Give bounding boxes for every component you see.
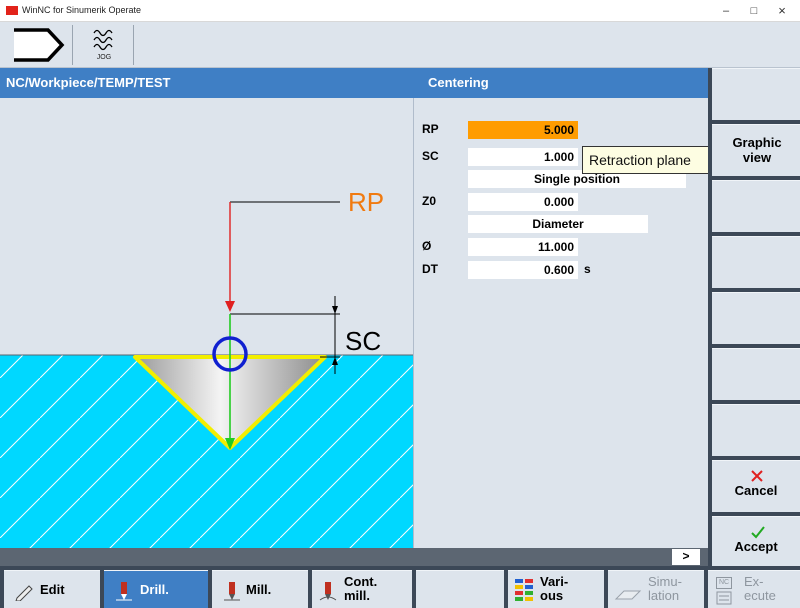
- execute-label-line1: Ex-: [744, 574, 764, 589]
- maximize-button[interactable]: □: [744, 3, 764, 19]
- softkey-v1[interactable]: [712, 68, 800, 120]
- cancel-softkey[interactable]: Cancel: [712, 460, 800, 512]
- softkey-v4[interactable]: [712, 236, 800, 288]
- mill-label: Mill.: [246, 582, 272, 597]
- pencil-icon: [15, 585, 33, 601]
- various-grid-icon: [515, 579, 533, 601]
- edit-label: Edit: [40, 582, 65, 597]
- contour-mill-label-line2: mill.: [344, 588, 371, 603]
- drill-icon: [116, 582, 132, 601]
- program-path-header: NC/Workpiece/TEMP/TEST: [0, 68, 414, 98]
- jog-mode-button[interactable]: JOG: [72, 25, 134, 65]
- contour-mill-icon: [319, 582, 337, 601]
- accept-softkey[interactable]: Accept: [712, 516, 800, 566]
- graphic-view-softkey[interactable]: Graphic view: [712, 124, 800, 176]
- rp-graphic-label: RP: [348, 187, 384, 217]
- dt-input[interactable]: 0.600: [468, 261, 578, 279]
- vertical-softkey-bar: Graphic view Cancel Accept: [708, 68, 800, 566]
- rp-label: RP: [422, 122, 439, 136]
- softkey-h5[interactable]: [416, 570, 504, 608]
- softkey-v7[interactable]: [712, 404, 800, 456]
- rp-input[interactable]: 5.000: [468, 121, 578, 139]
- softkey-v6[interactable]: [712, 348, 800, 400]
- jog-wave-icon: [93, 29, 113, 51]
- accept-label: Accept: [734, 539, 778, 554]
- window-titlebar: WinNC for Sinumerik Operate – □ ×: [0, 0, 800, 22]
- mill-icon: [224, 582, 240, 601]
- cycle-title-header: Centering: [414, 68, 708, 98]
- jog-label: JOG: [96, 54, 112, 61]
- centering-help-graphic: RP SC: [0, 98, 413, 548]
- drill-label: Drill.: [140, 582, 169, 597]
- various-softkey[interactable]: Vari- ous: [508, 570, 604, 608]
- app-logo-icon: [6, 6, 18, 15]
- machine-area-button[interactable]: [10, 26, 66, 64]
- machine-mode-arrow-icon: [14, 28, 65, 62]
- dt-unit: s: [584, 262, 591, 276]
- more-softkeys-button[interactable]: >: [672, 549, 700, 565]
- z0-input[interactable]: 0.000: [468, 193, 578, 211]
- contour-mill-label-line1: Cont.: [344, 574, 378, 589]
- execute-label-line2: ecute: [744, 588, 776, 603]
- horizontal-softkey-bar: Edit Drill. Mill. Cont. mill. Vari- ous …: [0, 566, 800, 608]
- diameter-input[interactable]: 11.000: [468, 238, 578, 256]
- close-window-button[interactable]: ×: [772, 3, 792, 19]
- various-label-line2: ous: [540, 588, 564, 603]
- operating-area-toolbar: JOG: [0, 22, 800, 68]
- graphic-view-label: Graphic view: [732, 135, 782, 165]
- depth-mode-select[interactable]: Diameter: [468, 215, 648, 233]
- accept-check-icon: [751, 526, 765, 539]
- cancel-label: Cancel: [734, 483, 778, 498]
- execute-softkey[interactable]: NC Ex- ecute: [708, 570, 800, 608]
- z0-label: Z0: [422, 194, 437, 208]
- drill-softkey[interactable]: Drill.: [104, 570, 208, 608]
- cancel-x-icon: [751, 470, 763, 482]
- nc-badge-icon: NC: [716, 577, 732, 589]
- simulation-label-line1: Simu-: [648, 574, 682, 589]
- centering-diagram: RP SC: [0, 187, 413, 548]
- simulation-softkey[interactable]: Simu- lation: [608, 570, 704, 608]
- softkey-v5[interactable]: [712, 292, 800, 344]
- edit-softkey[interactable]: Edit: [4, 570, 100, 608]
- simulation-icon: [614, 590, 642, 600]
- sc-graphic-label: SC: [345, 326, 381, 356]
- mill-softkey[interactable]: Mill.: [212, 570, 308, 608]
- various-label-line1: Vari-: [540, 574, 569, 589]
- execute-document-icon: [716, 591, 732, 605]
- contour-mill-softkey[interactable]: Cont. mill.: [312, 570, 412, 608]
- diameter-label: Ø: [422, 239, 432, 253]
- minimize-button[interactable]: –: [716, 3, 736, 19]
- sc-input[interactable]: 1.000: [468, 148, 578, 166]
- dt-label: DT: [422, 262, 438, 276]
- softkey-v3[interactable]: [712, 180, 800, 232]
- simulation-label-line2: lation: [648, 588, 680, 603]
- sc-label: SC: [422, 149, 439, 163]
- softkey-extension-strip: [0, 548, 708, 566]
- window-title: WinNC for Sinumerik Operate: [22, 5, 142, 15]
